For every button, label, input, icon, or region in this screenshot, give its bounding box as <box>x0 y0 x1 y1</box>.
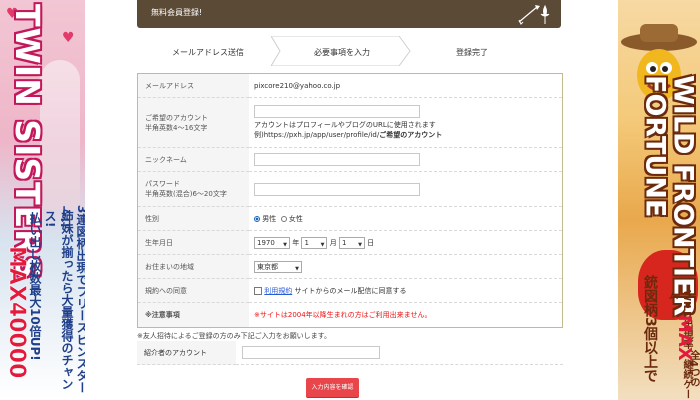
account-help: アカウントはプロフィールやブログのURLに使用されます <box>254 121 436 129</box>
form-row-password: パスワード 半角英数(混合)6～20文字 <box>137 171 563 207</box>
referrer-input[interactable] <box>242 346 380 359</box>
month-unit: 月 <box>329 238 337 247</box>
terms-checkbox[interactable] <box>254 286 262 295</box>
nickname-label: ニックネーム <box>137 147 249 172</box>
terms-label: 規約への同意 <box>137 278 249 303</box>
arrow-fleur-icon <box>518 4 550 25</box>
terms-text: サイトからのメール配信に同意する <box>294 286 407 295</box>
gender-male-label[interactable]: 男性 <box>262 215 276 223</box>
form-row-region: お住まいの地域 東京都 <box>137 254 563 279</box>
region-select[interactable]: 東京都 <box>254 260 302 274</box>
birth-month-select[interactable]: 1 <box>301 236 328 250</box>
password-label: パスワード 半角英数(混合)6～20文字 <box>137 171 249 207</box>
account-url-example: 例)https://pxh.jp/app/user/profile/id/ご希望… <box>254 131 443 139</box>
birthday-label: 生年月日 <box>137 230 249 255</box>
password-input[interactable] <box>254 182 420 196</box>
caution-label: ※注意事項 <box>137 302 249 328</box>
left-ad-banner[interactable]: ♥ ♥ TWIN SISTERS 3連図柄出現でフリースピンスタート!! 姉妹が… <box>0 0 85 400</box>
account-input[interactable] <box>254 105 420 118</box>
account-label: ご希望のアカウント 半角英数4～16文字 <box>137 97 249 148</box>
nickname-input[interactable] <box>254 153 420 166</box>
region-label: お住まいの地域 <box>137 254 249 279</box>
year-unit: 年 <box>292 238 300 247</box>
caution-text: ※サイトは2004年以降生まれの方はご利用出来ません。 <box>249 302 563 328</box>
gender-label: 性別 <box>137 206 249 231</box>
confirm-button[interactable]: 入力内容を確認 <box>306 378 359 397</box>
registration-header: 無料会員登録! <box>137 0 561 28</box>
form-row-account: ご希望のアカウント 半角英数4～16文字 アカウントはプロフィールやブログのURL… <box>137 97 563 148</box>
gender-female-label[interactable]: 女性 <box>289 215 303 223</box>
step-enter-details: 必要事項を入力 <box>314 48 370 57</box>
form-row-nickname: ニックネーム <box>137 147 563 172</box>
heart-icon: ♥ <box>62 30 75 46</box>
gender-male-radio[interactable] <box>254 215 260 222</box>
banner-text: 払い出し枚数最大10倍UP! <box>28 212 42 361</box>
step-email-sent: メールアドレス送信 <box>172 48 244 57</box>
step-complete: 登録完了 <box>456 48 488 57</box>
terms-link[interactable]: 利用規約 <box>264 287 292 295</box>
banner-text: 銃図柄3個以上で <box>642 275 658 383</box>
referrer-label: 紹介者のアカウント <box>137 341 236 365</box>
form-row-terms: 規約への同意 利用規約 サイトからのメール配信に同意する <box>137 278 563 303</box>
referrer-form: 紹介者のアカウント <box>137 341 563 365</box>
banner-text: 姉妹が揃ったら大量獲得のチャンス! <box>43 210 74 390</box>
registration-steps: メールアドレス送信 必要事項を入力 登録完了 <box>137 36 561 66</box>
header-title: 無料会員登録! <box>151 8 203 17</box>
day-unit: 日 <box>367 238 375 247</box>
form-row-gender: 性別 男性 女性 <box>137 206 563 231</box>
registration-form: メールアドレス pixcore210@yahoo.co.jp ご希望のアカウント… <box>137 73 563 328</box>
form-row-email: メールアドレス pixcore210@yahoo.co.jp <box>137 73 563 98</box>
banner-max-text: MAX40000 <box>4 246 30 379</box>
form-row-caution: ※注意事項 ※サイトは2004年以降生まれの方はご利用出来ません。 <box>137 302 563 328</box>
form-row-birthday: 生年月日 1970 年 1 月 1 日 <box>137 230 563 255</box>
email-value: pixcore210@yahoo.co.jp <box>249 73 563 98</box>
gender-female-radio[interactable] <box>280 215 287 222</box>
birth-year-select[interactable]: 1970 <box>254 236 290 250</box>
birth-day-select[interactable]: 1 <box>338 236 365 250</box>
email-label: メールアドレス <box>137 73 249 98</box>
form-row-referrer: 紹介者のアカウント <box>137 341 563 365</box>
referral-note: ※友人招待によるご登録の方のみ下記ご入力をお願いします。 <box>137 332 331 340</box>
banner-max-text: MAX <box>674 315 695 361</box>
